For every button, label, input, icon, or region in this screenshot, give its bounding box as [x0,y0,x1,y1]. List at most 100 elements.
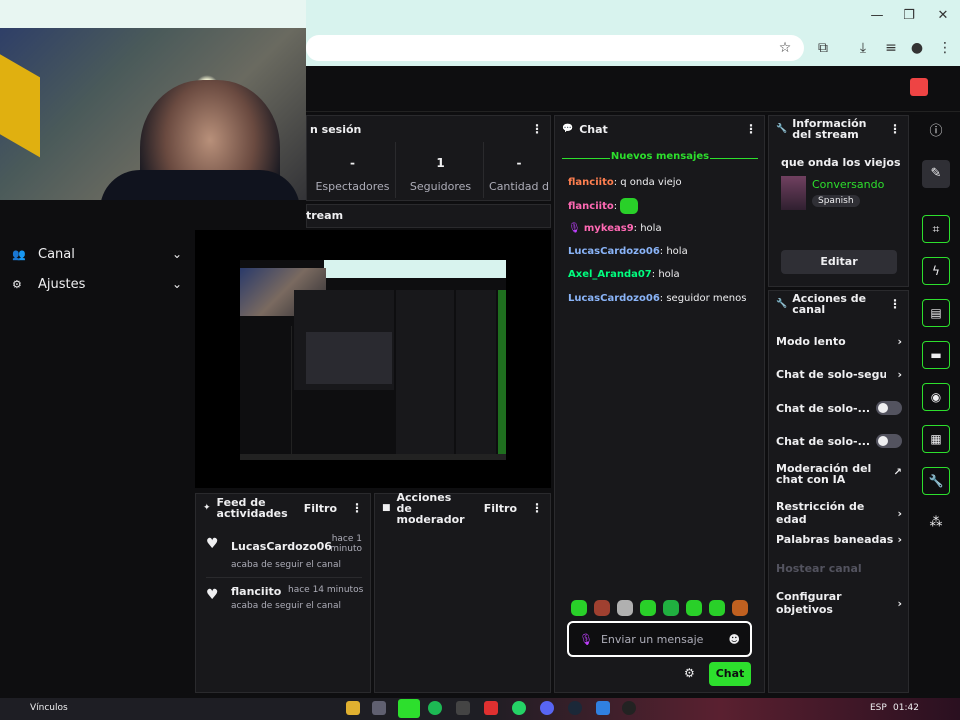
chevron-right-icon: › [897,368,902,381]
chat-bubble-icon: 💬 [562,124,574,134]
sign-icon[interactable]: ▦ [922,425,950,453]
profile-icon[interactable]: ● [906,38,928,58]
feed-time: hace 14 minutos [288,585,364,595]
session-header: n sesión ⋮ [306,120,551,138]
lightning-icon[interactable]: ϟ [922,257,950,285]
chevron-down-icon: ⌄ [171,247,182,261]
divider [710,158,758,159]
star-icon[interactable]: ☆ [774,38,796,58]
more-options-icon[interactable]: ⋮ [351,501,363,515]
feed-filter-button[interactable]: Filtro [297,502,337,515]
action-label: Palabras baneadas [776,533,894,546]
toggle-switch[interactable] [876,401,902,415]
menu-icon[interactable]: ⋮ [934,38,956,58]
action-label: Chat de solo-seguid [776,368,886,381]
mod-filter-button[interactable]: Filtro [467,502,517,515]
emote-icon[interactable] [571,600,587,616]
edit-button[interactable]: Editar [781,250,897,274]
emote-icon[interactable] [663,600,679,616]
sidebar-item-ajustes[interactable]: ⚙ Ajustes ⌄ [12,272,182,296]
chat-username[interactable]: mykeas9 [584,223,634,234]
emote-icon[interactable] [686,600,702,616]
action-goals[interactable]: Configurar objetivos › [776,590,902,616]
more-options-icon[interactable]: ⋮ [531,122,543,136]
app-icon[interactable] [596,701,610,715]
media-icon[interactable]: ≡ [880,38,902,58]
chat-username[interactable]: Axel_Aranda07 [568,269,652,280]
close-icon[interactable]: ✕ [928,6,958,26]
app-icon[interactable] [456,701,470,715]
chat-username[interactable]: flanciito [568,177,614,188]
clock[interactable]: 01:42 [893,703,919,713]
more-options-icon[interactable]: ⋮ [889,122,901,136]
wrench-icon[interactable]: 🔧 [922,467,950,495]
emoji-icon[interactable]: ☻ [729,633,740,646]
action-slow-mode[interactable]: Modo lento › [776,335,902,348]
folder-icon[interactable] [346,701,360,715]
mod-icon: ■ [382,503,391,513]
discord-icon[interactable] [540,701,554,715]
emote-icon[interactable] [594,600,610,616]
more-options-icon[interactable]: ⋮ [745,122,757,136]
stream-preview-video[interactable] [240,260,506,460]
action-ai-moderation[interactable]: Moderación del chat con IA ↗ [776,463,902,485]
pencil-icon[interactable]: ✎ [922,160,950,188]
stat-viewers: - Espectadores [310,142,396,198]
info-icon[interactable]: ⓘ [922,118,950,146]
download-icon[interactable]: ⤓ [852,38,874,58]
mic-icon[interactable]: 🎙 [579,633,593,646]
feed-user[interactable]: LucasCardozo06 [231,540,332,553]
clip-icon[interactable]: ⌗ [922,215,950,243]
taskbar-links[interactable]: Vínculos [30,703,68,713]
action-followers-only[interactable]: Chat de solo-seguid › [776,368,902,381]
category-thumbnail[interactable] [781,176,806,210]
emote-icon [620,198,639,214]
language-tag[interactable]: Spanish [812,195,860,207]
left-sidebar [0,230,193,698]
chat-input-placeholder: Enviar un mensaje [600,632,704,646]
extensions-icon[interactable]: ⁂ [922,509,950,537]
more-options-icon[interactable]: ⋮ [889,297,901,311]
chat-username[interactable]: flanciito [568,201,614,212]
app-icon[interactable] [372,701,386,715]
chat-input[interactable]: 🎙 Enviar un mensaje ☻ [567,621,752,657]
whatsapp-icon[interactable] [512,701,526,715]
emote-icon[interactable] [640,600,656,616]
chat-text: : [613,201,618,212]
action-label: Chat de solo-... [776,401,871,415]
document-icon[interactable]: ▤ [922,299,950,327]
category-link[interactable]: Conversando [812,178,884,191]
emote-icon[interactable] [617,600,633,616]
more-options-icon[interactable]: ⋮ [531,501,543,515]
chat-icon[interactable]: ▬ [922,341,950,369]
emote-icon[interactable] [732,600,748,616]
broadcast-icon[interactable]: ◉ [922,383,950,411]
stat-value: - [516,156,522,170]
toggle-switch[interactable] [876,434,902,448]
obs-icon[interactable] [622,701,636,715]
steam-icon[interactable] [568,701,582,715]
brave-icon[interactable] [484,701,498,715]
restore-icon[interactable]: ❐ [894,6,924,26]
user-avatar-icon[interactable] [910,78,928,96]
feed-user[interactable]: flanciito [231,585,281,598]
chat-message: LucasCardozo06: hola [568,245,758,259]
stat-label: Espectadores [315,180,390,193]
emote-icon[interactable] [709,600,725,616]
extensions-icon[interactable]: ⧉ [812,38,834,58]
stat-followers: 1 Seguidores [398,142,484,198]
chrome-icon[interactable] [398,699,420,718]
stream-info-title: Información del stream [792,117,867,141]
spotify-icon[interactable] [428,701,442,715]
language-indicator[interactable]: ESP [870,703,887,713]
chat-username[interactable]: LucasCardozo06 [568,246,660,257]
action-banned-words[interactable]: Palabras baneadas › [776,533,902,546]
address-bar[interactable] [306,35,804,61]
action-age-restriction[interactable]: Restricción de edad › [776,500,902,526]
gear-icon[interactable]: ⚙ [684,666,695,680]
sidebar-item-canal[interactable]: 👥 Canal ⌄ [12,242,182,266]
chat-username[interactable]: LucasCardozo06 [568,293,660,304]
chat-send-button[interactable]: Chat [709,662,751,686]
minimize-icon[interactable]: — [862,6,892,26]
chat-text: : seguidor menos [659,293,747,304]
